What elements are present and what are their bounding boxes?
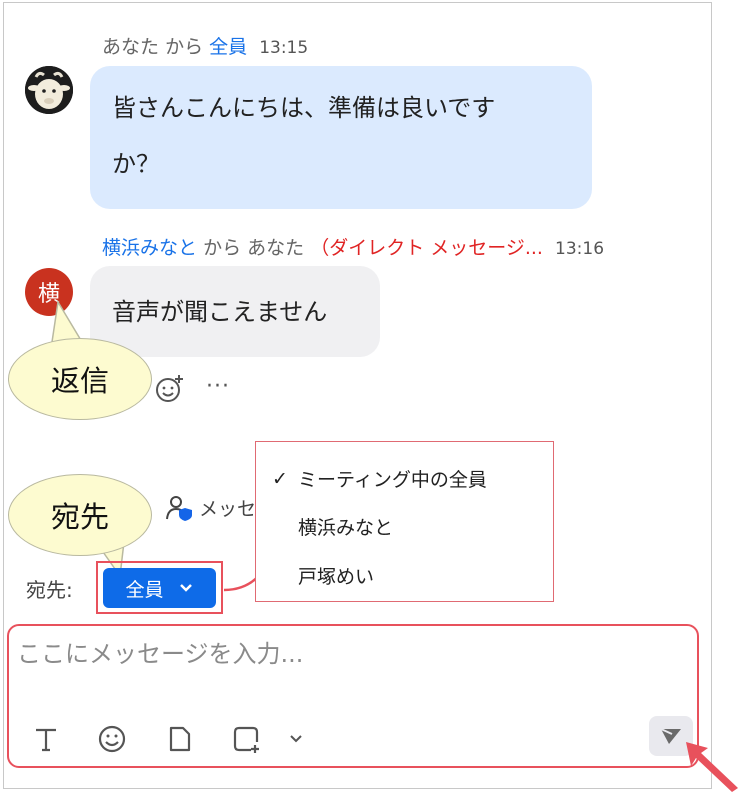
more-icon[interactable]: ··· — [206, 374, 230, 399]
message-text: 音声が聞こえません — [112, 297, 328, 326]
message-bubble-2[interactable]: 音声が聞こえません — [90, 266, 380, 357]
message-text-line-2: か？ — [112, 150, 160, 178]
message-text-line-1: 皆さんこんにちは、準備は良いです — [112, 94, 496, 122]
pointer-arrow-icon — [686, 742, 738, 792]
chevron-down-icon[interactable] — [287, 730, 305, 748]
recipient-callout: 宛先 — [8, 474, 152, 556]
recipient-name[interactable]: 全員 — [209, 36, 247, 58]
dropdown-item-everyone[interactable]: ✓ ミーティング中の全員 — [272, 465, 487, 492]
recipient-dropdown-button[interactable]: 全員 — [103, 568, 216, 608]
chevron-down-icon — [179, 584, 192, 592]
timestamp: 13:15 — [259, 38, 309, 58]
recipient-callout-label: 宛先 — [50, 500, 109, 534]
recipient-dropdown-menu: ✓ ミーティング中の全員 横浜みなと 戸塚めい — [255, 441, 554, 602]
dropdown-item-yokohama[interactable]: 横浜みなと — [272, 513, 393, 540]
direct-message-tag: （ダイレクト メッセージ... — [310, 237, 543, 259]
add-reaction-icon[interactable] — [152, 372, 186, 406]
screenshot-icon[interactable] — [231, 724, 261, 754]
text-format-icon[interactable] — [31, 724, 61, 754]
reply-callout: 返信 — [8, 338, 152, 420]
message-header-2: 横浜みなと から あなた （ダイレクト メッセージ... 13:16 — [102, 233, 604, 260]
message-input[interactable] — [17, 634, 677, 674]
from-connector: から — [203, 237, 242, 259]
recipient-name: あなた — [247, 237, 305, 259]
tab-message-label: メッセ — [199, 498, 257, 520]
sender-name[interactable]: 横浜みなと — [102, 237, 197, 259]
recipient-label: 宛先: — [26, 578, 73, 602]
sender-name: あなた — [102, 36, 160, 58]
dropdown-item-totsuka[interactable]: 戸塚めい — [272, 562, 374, 589]
from-connector: から — [165, 36, 204, 58]
message-header-1: あなた から 全員 13:15 — [102, 32, 308, 59]
tab-message[interactable]: メッセ — [165, 494, 256, 521]
dropdown-item-label: 戸塚めい — [298, 566, 375, 588]
message-bubble-1[interactable]: 皆さんこんにちは、準備は良いです か？ — [90, 66, 592, 209]
person-shield-icon — [166, 495, 192, 521]
dropdown-item-label: 横浜みなと — [298, 517, 394, 539]
timestamp: 13:16 — [555, 239, 605, 259]
message-composer — [7, 624, 699, 768]
dropdown-item-label: ミーティング中の全員 — [298, 469, 487, 491]
emoji-icon[interactable] — [97, 724, 127, 754]
recipient-selected: 全員 — [125, 578, 164, 601]
goat-avatar-icon[interactable] — [25, 66, 73, 114]
file-icon[interactable] — [165, 724, 195, 754]
send-icon — [660, 728, 681, 744]
check-icon: ✓ — [272, 467, 288, 490]
reply-callout-label: 返信 — [50, 364, 109, 398]
